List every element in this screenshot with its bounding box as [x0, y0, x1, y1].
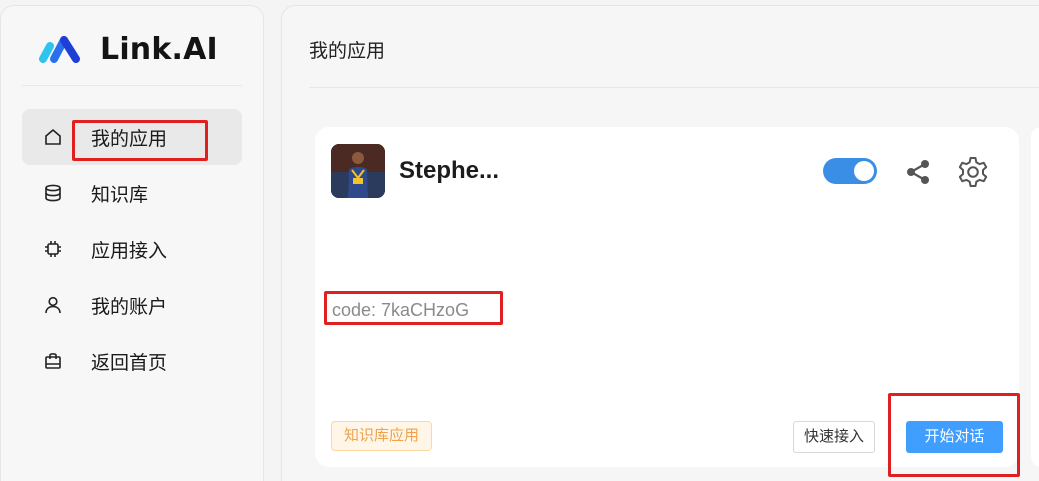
sidebar-item-my-account[interactable]: 我的账户 [22, 277, 242, 333]
sidebar-item-label: 我的账户 [91, 296, 168, 318]
start-chat-button[interactable]: 开始对话 [906, 421, 1003, 453]
app-code: code: 7kaCHzoG [332, 300, 470, 320]
user-icon [43, 295, 63, 315]
sidebar-nav: 我的应用 知识库 应用接入 我的账户 返回首页 [22, 109, 242, 389]
sidebar-item-knowledge-base[interactable]: 知识库 [22, 165, 242, 221]
page-title: 我的应用 [309, 41, 386, 62]
brand-mark-icon [39, 36, 80, 63]
sidebar-item-back-home[interactable]: 返回首页 [22, 333, 242, 389]
bag-icon [43, 351, 63, 371]
brand-logo[interactable]: Link.AI [22, 26, 242, 86]
app-avatar [331, 144, 385, 198]
chip-icon [43, 239, 63, 259]
database-icon [43, 183, 63, 203]
sidebar-item-label: 我的应用 [91, 128, 168, 150]
home-icon [43, 127, 63, 147]
sidebar-item-label: 返回首页 [91, 352, 168, 374]
share-icon[interactable] [903, 157, 933, 187]
app-type-tag: 知识库应用 [331, 421, 433, 451]
player-photo-icon [331, 144, 385, 198]
app-card[interactable]: Stephe... code: 7kaCHzoG 知识库应用 快速接入 开始对话 [315, 127, 1019, 467]
quick-integrate-button[interactable]: 快速接入 [793, 421, 875, 453]
sidebar-item-label: 知识库 [91, 184, 149, 206]
brand-name: Link.AI [100, 32, 218, 67]
page: Link.AI 我的应用 知识库 应用接入 我的账户 返回首页 我的应用 Ste… [0, 0, 1039, 481]
gear-icon[interactable] [956, 155, 990, 189]
sidebar-item-label: 应用接入 [91, 240, 168, 262]
sidebar-item-my-apps[interactable]: 我的应用 [22, 109, 242, 165]
sidebar-item-app-integration[interactable]: 应用接入 [22, 221, 242, 277]
app-enable-toggle[interactable] [823, 158, 877, 184]
toggle-knob [854, 161, 874, 181]
next-app-card[interactable] [1031, 127, 1039, 467]
divider [309, 87, 1039, 88]
app-name[interactable]: Stephe... [399, 157, 499, 185]
